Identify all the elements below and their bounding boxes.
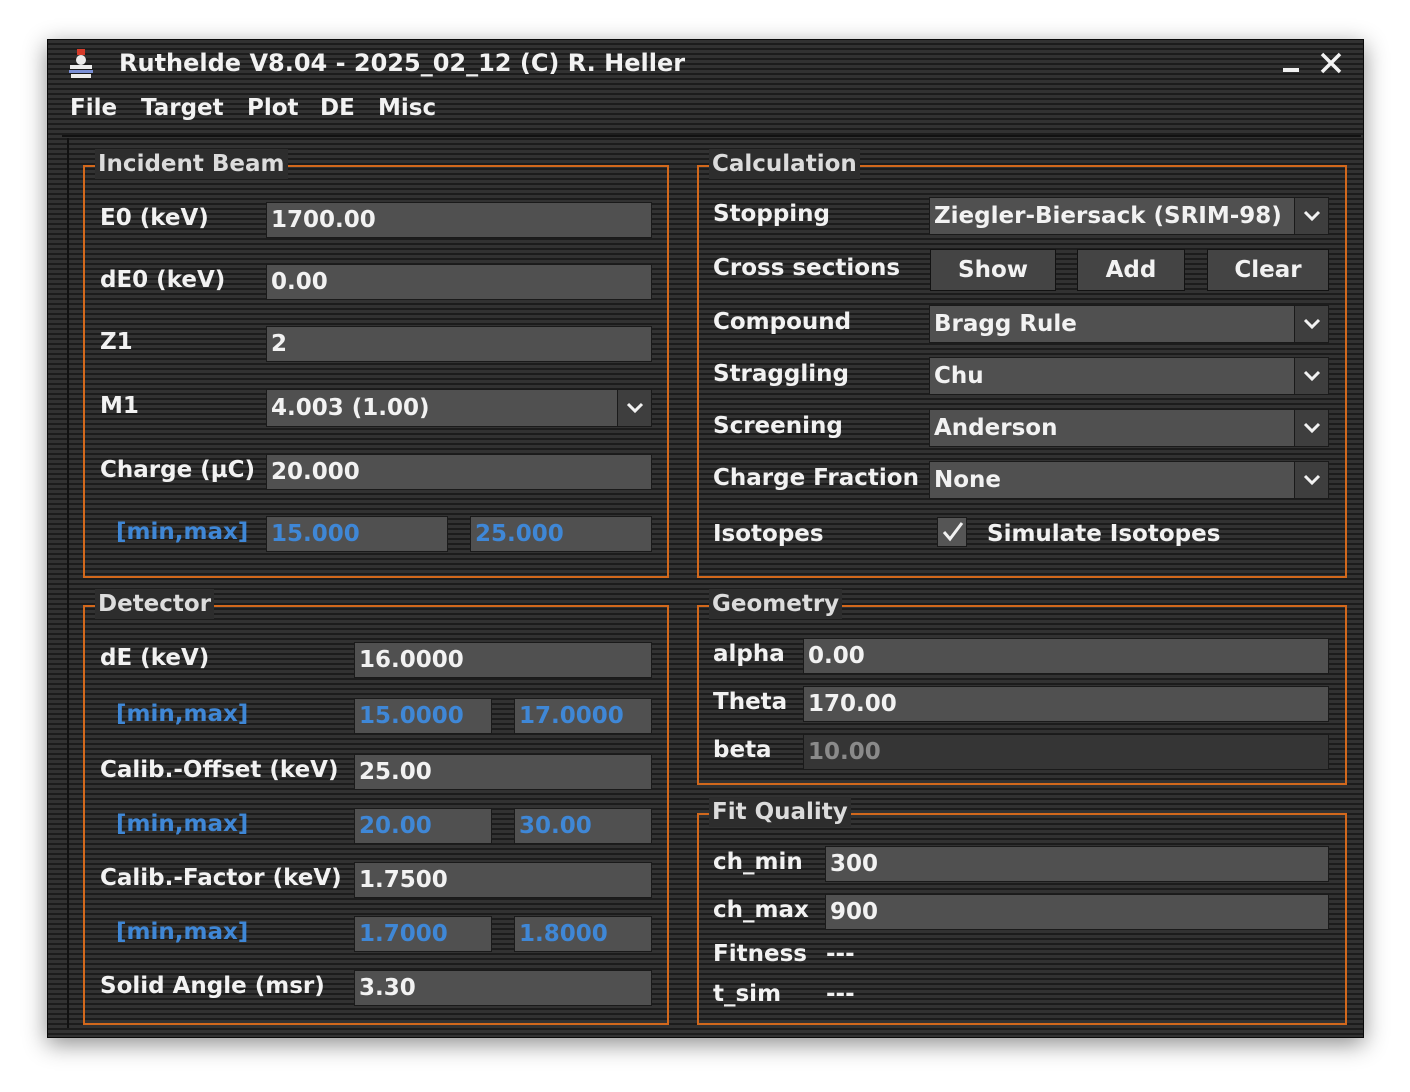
checkmark-icon (942, 522, 964, 542)
offset-max-input[interactable]: 30.00 (514, 808, 652, 844)
straggling-value: Chu (934, 363, 984, 389)
close-button[interactable] (1318, 50, 1344, 76)
alpha-label: alpha (713, 641, 785, 667)
beta-label: beta (713, 737, 772, 763)
calib-factor-label: Calib.-Factor (keV) (100, 865, 342, 891)
de-max-input[interactable]: 17.0000 (514, 698, 652, 734)
left-separator (67, 138, 69, 1028)
de0-label: dE0 (keV) (100, 267, 226, 293)
compound-select[interactable]: Bragg Rule (929, 305, 1329, 343)
alpha-input[interactable]: 0.00 (803, 638, 1329, 674)
screening-label: Screening (713, 413, 843, 439)
charge-fraction-label: Charge Fraction (713, 465, 919, 491)
menu-bar: File Target Plot DE Misc (48, 88, 1363, 130)
geometry-legend: Geometry (709, 589, 843, 619)
straggling-select[interactable]: Chu (929, 357, 1329, 395)
menu-plot[interactable]: Plot (247, 95, 299, 121)
solid-angle-input[interactable]: 3.30 (354, 970, 652, 1006)
solid-angle-label: Solid Angle (msr) (100, 973, 325, 999)
charge-fraction-value: None (934, 467, 1002, 493)
de-label: dE (keV) (100, 645, 210, 671)
show-button[interactable]: Show (930, 249, 1056, 291)
charge-max-input[interactable]: 25.000 (470, 516, 652, 552)
chevron-down-icon[interactable] (1294, 410, 1328, 446)
de-range-label: [min,max] (116, 701, 249, 727)
chevron-down-icon[interactable] (1294, 358, 1328, 394)
detector-panel: Detector dE (keV) 16.0000 [min,max] 15.0… (83, 589, 669, 1025)
incident-beam-panel: Incident Beam E0 (keV) 1700.00 dE0 (keV)… (83, 149, 669, 578)
close-icon (1320, 52, 1342, 74)
calib-offset-input[interactable]: 25.00 (354, 754, 652, 790)
compound-label: Compound (713, 309, 852, 335)
stopping-value: Ziegler-Biersack (SRIM-98) (934, 203, 1282, 229)
factor-range-label: [min,max] (116, 919, 249, 945)
chevron-down-icon[interactable] (617, 390, 651, 426)
m1-value: 4.003 (1.00) (271, 395, 430, 421)
fitness-value: --- (826, 941, 855, 967)
m1-select[interactable]: 4.003 (1.00) (266, 389, 652, 427)
menu-file[interactable]: File (70, 95, 117, 121)
menu-target[interactable]: Target (141, 95, 224, 121)
t-sim-label: t_sim (713, 981, 782, 1007)
detector-legend: Detector (95, 589, 215, 619)
simulate-isotopes-checkbox[interactable] (937, 517, 967, 547)
factor-max-input[interactable]: 1.8000 (514, 916, 652, 952)
calculation-legend: Calculation (709, 149, 860, 179)
theta-input[interactable]: 170.00 (803, 686, 1329, 722)
screening-value: Anderson (934, 415, 1058, 441)
compound-value: Bragg Rule (934, 311, 1077, 337)
stopping-label: Stopping (713, 201, 831, 227)
chevron-down-icon[interactable] (1294, 198, 1328, 234)
chevron-down-icon[interactable] (1294, 462, 1328, 498)
chevron-down-icon[interactable] (1294, 306, 1328, 342)
charge-min-input[interactable]: 15.000 (266, 516, 448, 552)
m1-label: M1 (100, 393, 139, 419)
stopping-select[interactable]: Ziegler-Biersack (SRIM-98) (929, 197, 1329, 235)
app-window: Ruthelde V8.04 - 2025_02_12 (C) R. Helle… (47, 39, 1364, 1038)
calib-factor-input[interactable]: 1.7500 (354, 862, 652, 898)
de-min-input[interactable]: 15.0000 (354, 698, 492, 734)
title-bar[interactable]: Ruthelde V8.04 - 2025_02_12 (C) R. Helle… (48, 40, 1363, 88)
charge-fraction-select[interactable]: None (929, 461, 1329, 499)
incident-beam-legend: Incident Beam (95, 149, 288, 179)
e0-label: E0 (keV) (100, 205, 209, 231)
z1-input[interactable]: 2 (266, 326, 652, 362)
screening-select[interactable]: Anderson (929, 409, 1329, 447)
clear-button[interactable]: Clear (1207, 249, 1329, 291)
beta-input: 10.00 (803, 734, 1329, 770)
e0-input[interactable]: 1700.00 (266, 202, 652, 238)
menu-de[interactable]: DE (320, 95, 355, 121)
calib-offset-label: Calib.-Offset (keV) (100, 757, 339, 783)
straggling-label: Straggling (713, 361, 849, 387)
simulate-isotopes-label[interactable]: Simulate Isotopes (987, 521, 1220, 547)
fitness-label: Fitness (713, 941, 807, 967)
app-icon (66, 48, 96, 80)
theta-label: Theta (713, 689, 788, 715)
charge-input[interactable]: 20.000 (266, 454, 652, 490)
ch-max-label: ch_max (713, 897, 809, 923)
menu-separator (62, 135, 1361, 137)
offset-min-input[interactable]: 20.00 (354, 808, 492, 844)
de-input[interactable]: 16.0000 (354, 642, 652, 678)
cross-sections-label: Cross sections (713, 255, 901, 281)
ch-min-input[interactable]: 300 (825, 846, 1329, 882)
window-title: Ruthelde V8.04 - 2025_02_12 (C) R. Helle… (119, 49, 686, 77)
menu-misc[interactable]: Misc (378, 95, 436, 121)
fit-quality-panel: Fit Quality ch_min 300 ch_max 900 Fitnes… (697, 797, 1347, 1025)
minimize-button[interactable] (1278, 50, 1304, 76)
t-sim-value: --- (826, 981, 855, 1007)
ch-max-input[interactable]: 900 (825, 894, 1329, 930)
ch-min-label: ch_min (713, 849, 803, 875)
z1-label: Z1 (100, 329, 133, 355)
factor-min-input[interactable]: 1.7000 (354, 916, 492, 952)
charge-range-label: [min,max] (116, 519, 249, 545)
de0-input[interactable]: 0.00 (266, 264, 652, 300)
calculation-panel: Calculation Stopping Ziegler-Biersack (S… (697, 149, 1347, 578)
fit-quality-legend: Fit Quality (709, 797, 851, 827)
charge-label: Charge (µC) (100, 457, 256, 483)
geometry-panel: Geometry alpha 0.00 Theta 170.00 beta 10… (697, 589, 1347, 785)
add-button[interactable]: Add (1077, 249, 1185, 291)
offset-range-label: [min,max] (116, 811, 249, 837)
isotopes-label: Isotopes (713, 521, 824, 547)
